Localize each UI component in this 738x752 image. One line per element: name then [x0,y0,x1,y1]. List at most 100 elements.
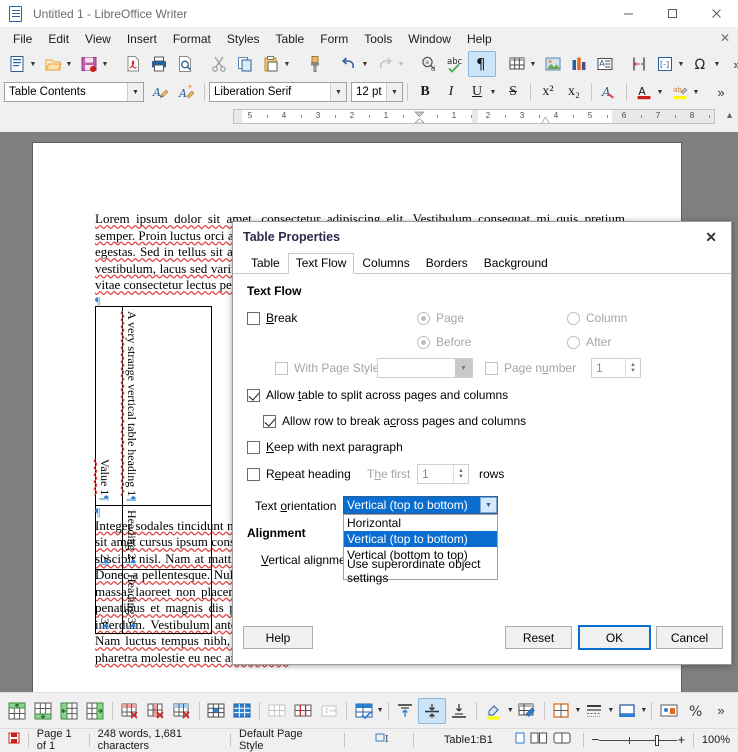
undo-button[interactable]: ▼ [336,51,372,77]
select-cell-button[interactable] [203,698,229,724]
spelling-button[interactable]: abc [442,51,468,77]
toolbar-overflow-button[interactable]: » [724,51,738,77]
borders-dropdown-icon[interactable]: ▼ [574,700,581,722]
border-style-button[interactable] [581,698,607,724]
paste-dropdown-icon[interactable]: ▼ [282,53,292,75]
insert-caption-button[interactable] [656,698,682,724]
page-number-field[interactable]: 1 ▲ ▼ [591,358,641,378]
zoom-level-status[interactable]: 100% [702,734,730,746]
highlight-color-dropdown-icon[interactable]: ▼ [691,81,701,103]
table-design-dropdown-icon[interactable]: ▼ [377,700,384,722]
insert-image-button[interactable] [540,51,566,77]
keep-with-next-checkbox[interactable] [247,440,260,454]
export-pdf-button[interactable] [120,51,146,77]
font-color-dropdown-icon[interactable]: ▼ [655,81,665,103]
allow-row-break-checkbox[interactable] [263,414,276,428]
menu-edit[interactable]: Edit [40,30,77,48]
reset-button[interactable]: Reset [505,626,572,649]
table-cell-heading-1[interactable]: A very strange vertical table heading 1¶ [122,305,212,507]
tab-columns[interactable]: Columns [354,253,418,274]
menu-file[interactable]: File [5,30,40,48]
page-style-dropdown-icon[interactable]: ▼ [455,359,472,377]
repeat-heading-checkbox[interactable] [247,467,260,481]
subscript-button[interactable]: x₂ [561,79,587,105]
zoom-in-button[interactable]: + [677,732,685,747]
clone-formatting-button[interactable] [302,51,328,77]
table-toolbar-overflow-button[interactable]: » [708,698,734,724]
italic-button[interactable]: I [438,79,464,105]
special-character-dropdown-icon[interactable]: ▼ [712,53,722,75]
undo-dropdown-icon[interactable]: ▼ [360,53,370,75]
menu-format[interactable]: Format [165,30,219,48]
new-style-button[interactable]: A ✦ [174,79,200,105]
number-format-percent-button[interactable]: % [682,698,708,724]
font-color-button[interactable]: A ▼ [631,79,667,105]
text-orientation-option-list[interactable]: Horizontal Vertical (top to bottom) Vert… [343,514,498,585]
align-top-button[interactable] [392,698,418,724]
font-name-combo[interactable]: Liberation Serif ▼ [209,82,347,102]
menu-form[interactable]: Form [312,30,356,48]
borders-button[interactable] [548,698,574,724]
close-button[interactable] [694,0,738,28]
close-document-icon[interactable]: ✕ [720,31,730,45]
align-bottom-button[interactable] [446,698,472,724]
strikethrough-button[interactable]: S [500,79,526,105]
delete-table-button[interactable] [169,698,195,724]
menu-window[interactable]: Window [400,30,459,48]
font-size-combo[interactable]: 12 pt ▼ [351,82,403,102]
paste-button[interactable]: ▼ [258,51,294,77]
menu-help[interactable]: Help [459,30,500,48]
page-count-status[interactable]: Page 1 of 1 [37,728,81,752]
new-document-dropdown-icon[interactable]: ▼ [28,53,38,75]
text-orientation-option-vertical-top-to-bottom[interactable]: Vertical (top to bottom) [344,531,497,547]
repeat-rows-spinner[interactable]: ▲ ▼ [453,465,468,483]
table-cell-heading-3[interactable]: Heading 3¶ [122,569,212,635]
cancel-button[interactable]: Cancel [656,626,723,649]
table-properties-dialog[interactable]: Table Properties ✕ Table Text Flow Colum… [232,221,732,665]
repeat-rows-field[interactable]: 1 ▲ ▼ [417,464,469,484]
page-style-status[interactable]: Default Page Style [239,728,310,752]
table-cell-value-3[interactable]: 3¶ [95,569,123,635]
insert-column-after-button[interactable] [82,698,108,724]
break-page-radio[interactable] [417,311,430,325]
open-document-dropdown-icon[interactable]: ▼ [64,53,74,75]
break-after-radio[interactable] [567,335,580,349]
insert-table-button[interactable]: ▼ [504,51,540,77]
page-style-combo[interactable]: ▼ [377,358,473,378]
table-cell-value-1[interactable]: Value 1¶ [95,305,123,507]
background-color-button[interactable] [614,698,640,724]
insert-chart-button[interactable] [566,51,592,77]
text-orientation-dropdown-icon[interactable]: ▼ [480,497,497,513]
print-preview-button[interactable] [172,51,198,77]
break-before-radio[interactable] [417,335,430,349]
print-button[interactable] [146,51,172,77]
table-cell-status[interactable]: Table1:B1 [444,734,493,746]
page-break-button[interactable] [626,51,652,77]
new-document-button[interactable]: ▼ [4,51,40,77]
save-document-button[interactable]: ▼ [76,51,112,77]
formatting-overflow-button[interactable]: » [708,79,734,105]
table-row[interactable]: Value 1¶ A very strange vertical table h… [95,305,212,507]
tab-borders[interactable]: Borders [417,253,476,274]
superscript-button[interactable]: x² [535,79,561,105]
zoom-slider[interactable] [599,734,678,746]
special-character-button[interactable]: Ω ▼ [688,51,724,77]
multi-page-view-icon[interactable] [530,732,548,747]
single-page-view-icon[interactable] [515,732,525,747]
tab-table[interactable]: Table [243,253,288,274]
cut-button[interactable] [206,51,232,77]
insert-row-below-button[interactable] [30,698,56,724]
font-size-dropdown-icon[interactable]: ▼ [386,83,402,101]
highlight-color-dropdown-icon[interactable]: ▼ [507,700,514,722]
insert-field-dropdown-icon[interactable]: ▼ [676,53,686,75]
insert-field-button[interactable]: [-] ▼ [652,51,688,77]
dialog-close-icon[interactable]: ✕ [701,228,721,246]
with-page-style-checkbox[interactable] [275,361,288,375]
document-table[interactable]: Value 1¶ A very strange vertical table h… [95,305,212,635]
open-document-button[interactable]: ▼ [40,51,76,77]
page-number-spinner[interactable]: ▲ ▼ [625,359,640,377]
underline-dropdown-icon[interactable]: ▼ [488,81,498,103]
menu-insert[interactable]: Insert [119,30,165,48]
text-orientation-select[interactable]: Vertical (top to bottom) ▼ [343,496,498,514]
find-replace-button[interactable]: ad [416,51,442,77]
